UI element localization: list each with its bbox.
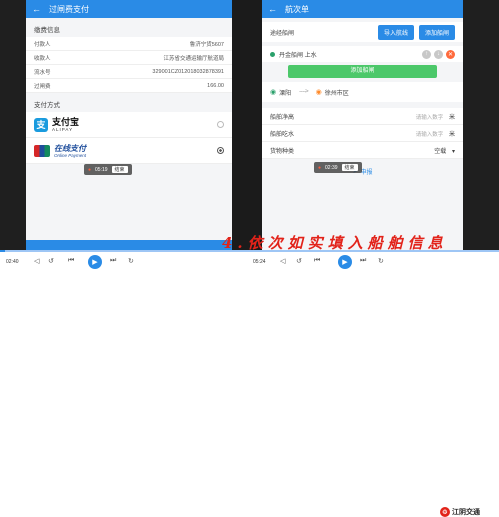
destination-place[interactable]: 徐州市区 [325, 88, 349, 97]
lock-item-label: 丹金船闸 上水 [279, 52, 317, 59]
move-up-icon[interactable]: ↑ [422, 49, 431, 59]
video-middle-gap [232, 0, 262, 250]
info-label: 流水号 [34, 69, 51, 76]
cargo-select[interactable]: 空载 ▾ [434, 146, 455, 155]
payment-info-heading: 缴费信息 [34, 27, 60, 34]
rewind-icon[interactable]: ↺ [48, 257, 54, 265]
dashed-arrow-icon: - - - -> [299, 89, 308, 95]
back-arrow-icon[interactable]: ← [268, 4, 277, 14]
submit-label: 申报 [360, 170, 373, 176]
move-down-icon[interactable]: ↓ [434, 49, 443, 59]
right-appbar-title: 航次单 [285, 4, 309, 14]
prev-icon[interactable]: ⏮ [314, 257, 320, 265]
unionpay-name: 在线支付 [54, 143, 86, 153]
time-popup-end-button[interactable]: 结束 [111, 166, 128, 173]
pay-submit-button[interactable] [26, 240, 232, 250]
ship-height-input[interactable]: 请输入数字 [416, 115, 444, 121]
back-arrow-icon[interactable]: ← [32, 4, 41, 14]
progress-played [0, 250, 5, 252]
brand-logo-icon: ❂ [440, 507, 450, 517]
prev-icon[interactable]: ⏮ [68, 257, 74, 265]
time-popup-time: 05:19 [95, 166, 108, 173]
left-phone-screen: ← 过闸费支付 缴费信息 付款人 鲁济宁货5607 收款人 江苏省交通运输厅航道… [26, 0, 232, 250]
info-label: 收款人 [34, 55, 51, 62]
brand-watermark: ❂ 江阴交通 [440, 507, 480, 517]
info-row-serial: 流水号 329001CZ012018032878391 [26, 65, 232, 79]
right-appbar: ← 航次单 [262, 0, 463, 18]
info-row-fee: 过闸费 166.00 [26, 79, 232, 93]
play-button-right[interactable]: ▶ [338, 255, 352, 269]
field-label: 船舶吃水 [270, 131, 295, 138]
left-current-time: 02:40 [6, 259, 19, 265]
next-icon[interactable]: ⏭ [110, 257, 116, 265]
unit-label: 米 [448, 131, 455, 138]
info-row-payer: 付款人 鲁济宁货5607 [26, 37, 232, 51]
time-popup-time: 02:39 [325, 164, 338, 171]
info-label: 过闸费 [34, 83, 51, 90]
dropdown-caret-icon: ▾ [451, 148, 455, 155]
route-label: 途经船闸 [270, 30, 295, 37]
time-popup: ● 02:39 结束 [314, 162, 362, 173]
unionpay-option[interactable]: 在线支付 Online Payment [26, 138, 232, 164]
info-row-payee: 收款人 江苏省交通运输厅航道局 [26, 51, 232, 65]
add-lock-button[interactable]: 添加船闸 [418, 24, 455, 40]
record-dot-icon: ● [88, 166, 92, 173]
delete-icon[interactable]: ✕ [446, 49, 455, 59]
info-value: 鲁济宁货5607 [189, 41, 224, 48]
loop-icon[interactable]: ↻ [378, 257, 384, 265]
brand-name: 江阴交通 [452, 509, 480, 516]
ship-draft-input[interactable]: 请输入数字 [416, 132, 444, 138]
video-frame: ← 过闸费支付 缴费信息 付款人 鲁济宁货5607 收款人 江苏省交通运输厅航道… [0, 0, 499, 250]
unionpay-sub: Online Payment [54, 152, 87, 158]
volume-icon[interactable]: ◁ [280, 257, 285, 265]
lock-dot-icon [270, 51, 275, 57]
submit-button[interactable]: ➤ 申报 [262, 167, 463, 176]
cargo-select-value: 空载 [434, 148, 447, 155]
field-label: 货物种类 [270, 148, 295, 155]
record-dot-icon: ● [318, 164, 322, 171]
import-route-button[interactable]: 导入航线 [377, 24, 414, 40]
alipay-sub: ALIPAY [52, 127, 74, 132]
time-popup: ● 05:19 结束 [84, 164, 132, 175]
destination-pin-icon: ◉ [315, 89, 322, 96]
ship-draft-field: 船舶吃水 请输入数字 米 [262, 125, 463, 142]
unionpay-radio[interactable] [217, 147, 224, 154]
play-button-left[interactable]: ▶ [88, 255, 102, 269]
rewind-icon[interactable]: ↺ [296, 257, 302, 265]
unionpay-icon [34, 144, 50, 157]
left-appbar-title: 过闸费支付 [49, 4, 89, 14]
alipay-name: 支付宝 [52, 117, 80, 127]
origin-place[interactable]: 溧阳 [279, 88, 291, 97]
right-phone-screen: ← 航次单 途经船闸 导入航线 添加船闸 丹金船闸 上水 ↑ ↓ ✕ 添加船闸 … [262, 0, 463, 250]
video-left-margin [0, 0, 26, 250]
video-right-margin [463, 0, 499, 250]
time-popup-end-button[interactable]: 结束 [341, 164, 358, 171]
volume-icon[interactable]: ◁ [34, 257, 39, 265]
alipay-radio[interactable] [217, 121, 224, 128]
unit-label: 米 [448, 114, 455, 121]
player-control-bar: 02:40 ◁ ↺ ⏮ ▶ ⏭ ↻ 05:24 ◁ ↺ ⏮ ▶ ⏭ ↻ ❂ 江阴… [0, 250, 499, 517]
add-lock-green-button[interactable]: 添加船闸 [288, 65, 437, 78]
progress-track[interactable] [0, 250, 499, 252]
info-value: 江苏省交通运输厅航道局 [163, 55, 224, 62]
pay-method-heading: 支付方式 [34, 102, 60, 109]
alipay-option[interactable]: 支 支付宝 ALIPAY [26, 112, 232, 138]
left-appbar: ← 过闸费支付 [26, 0, 232, 18]
unionpay-logo: 在线支付 Online Payment [34, 144, 86, 158]
from-to-row: ◉ 溧阳 - - - -> ◉ 徐州市区 [262, 82, 463, 102]
info-value: 329001CZ012018032878391 [152, 68, 224, 75]
alipay-logo: 支 支付宝 ALIPAY [34, 117, 79, 132]
cargo-type-field: 货物种类 空载 ▾ [262, 142, 463, 159]
alipay-icon: 支 [34, 117, 48, 132]
field-label: 船舶净高 [270, 114, 295, 121]
loop-icon[interactable]: ↻ [128, 257, 134, 265]
route-lock-row: 途经船闸 导入航线 添加船闸 [262, 22, 463, 42]
info-value: 166.00 [207, 82, 224, 89]
right-current-time: 05:24 [253, 259, 266, 265]
lock-list-item: 丹金船闸 上水 ↑ ↓ ✕ [262, 46, 463, 62]
origin-pin-icon: ◉ [270, 89, 277, 96]
ship-height-field: 船舶净高 请输入数字 米 [262, 108, 463, 125]
info-label: 付款人 [34, 41, 51, 48]
next-icon[interactable]: ⏭ [360, 257, 366, 265]
